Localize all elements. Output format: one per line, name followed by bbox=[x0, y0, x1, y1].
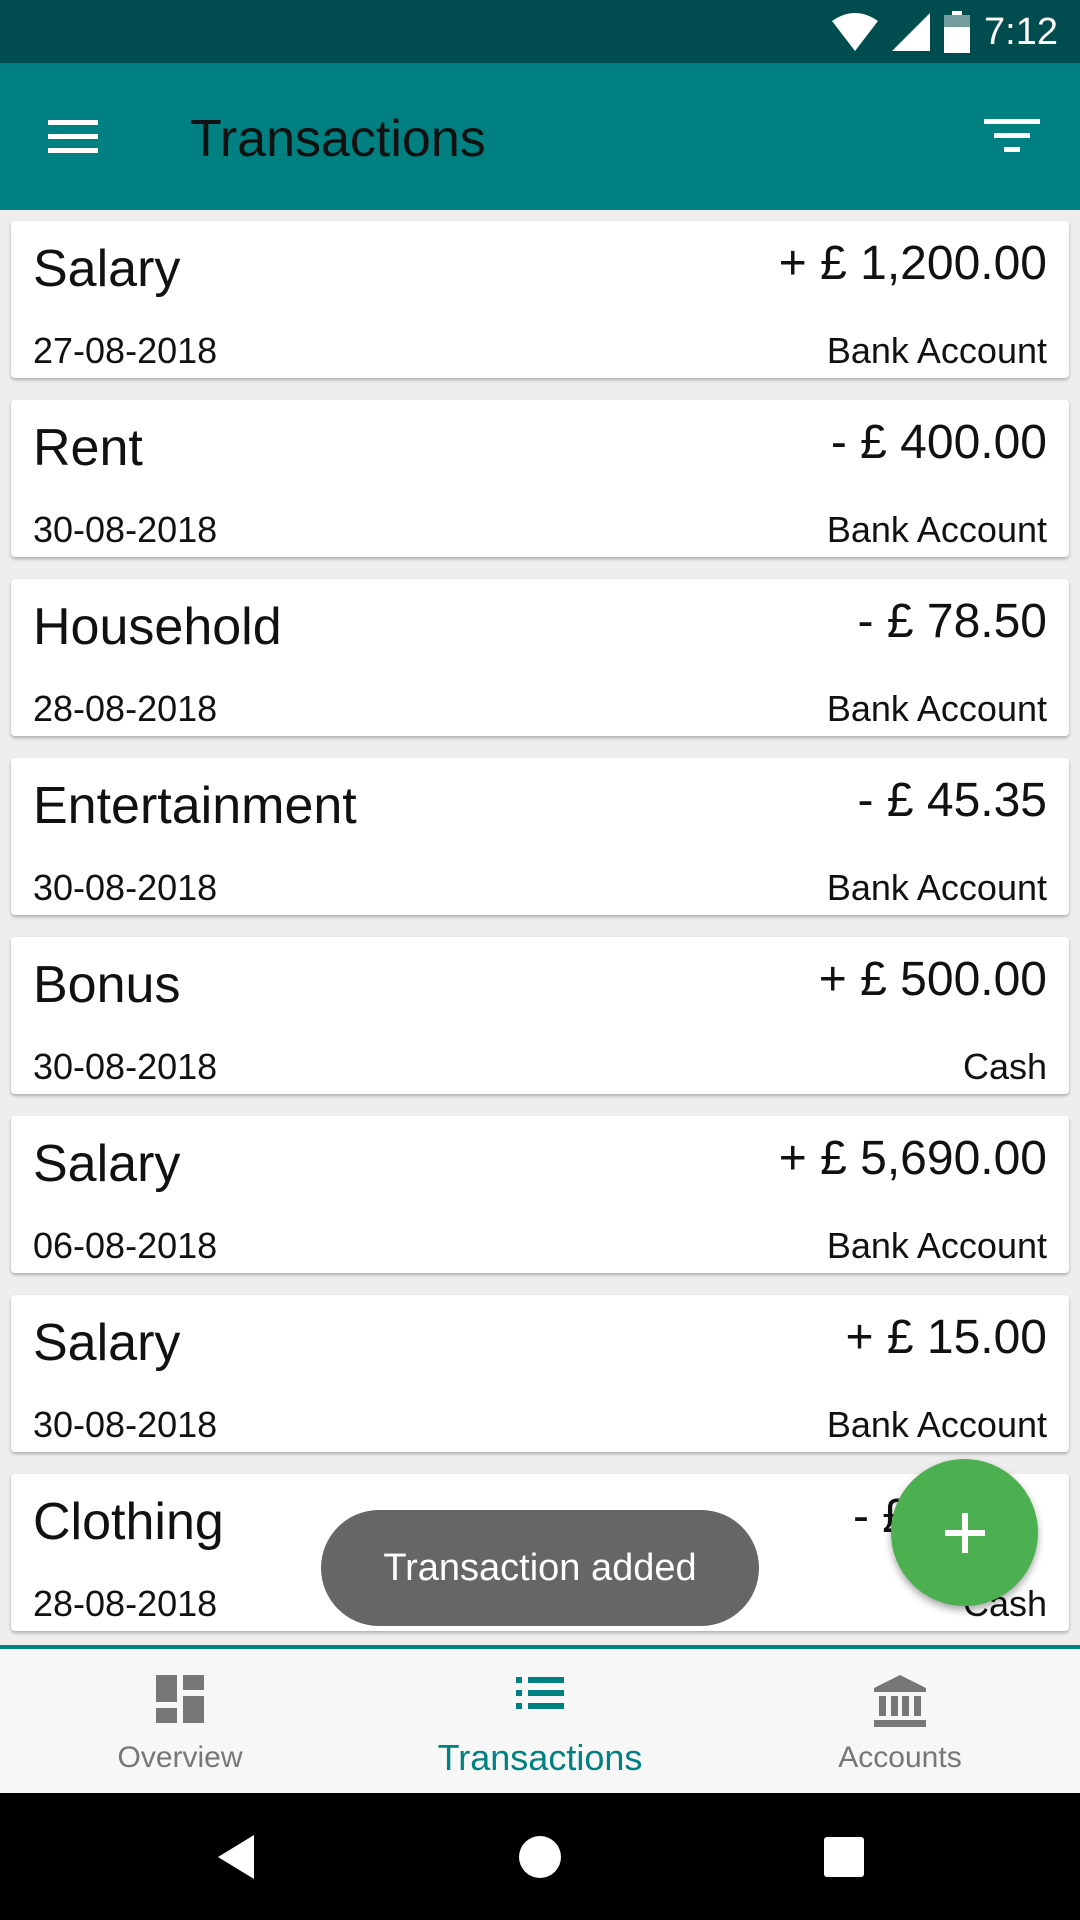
nav-item-overview[interactable]: Overview bbox=[30, 1649, 330, 1793]
filter-icon[interactable] bbox=[984, 115, 1040, 157]
transaction-title: Salary bbox=[33, 1135, 181, 1193]
list-icon bbox=[516, 1677, 564, 1709]
transaction-date: 27-08-2018 bbox=[33, 330, 218, 371]
status-icons: 7:12 bbox=[832, 8, 1058, 56]
app-bar: Transactions bbox=[0, 63, 1080, 210]
transaction-title: Bonus bbox=[33, 956, 181, 1014]
transaction-account: Bank Account bbox=[826, 509, 1047, 550]
transaction-amount: + £ 1,200.00 bbox=[778, 237, 1047, 290]
home-button[interactable] bbox=[510, 1827, 570, 1887]
transaction-date: 30-08-2018 bbox=[33, 1046, 218, 1087]
bank-icon bbox=[874, 1675, 926, 1727]
transaction-account: Bank Account bbox=[826, 1404, 1047, 1445]
transaction-date: 28-08-2018 bbox=[33, 688, 218, 729]
transaction-account: Bank Account bbox=[826, 867, 1047, 908]
add-icon bbox=[944, 1512, 985, 1553]
transaction-amount: - £ 400.00 bbox=[830, 416, 1047, 469]
wifi-icon bbox=[832, 13, 879, 51]
nav-label-accounts: Accounts bbox=[838, 1741, 962, 1774]
menu-icon[interactable] bbox=[48, 116, 98, 156]
bottom-navigation: Overview Transactions Accounts bbox=[0, 1645, 1080, 1793]
nav-label-overview: Overview bbox=[117, 1741, 243, 1774]
transaction-date: 28-08-2018 bbox=[33, 1583, 218, 1624]
recents-button[interactable] bbox=[814, 1827, 874, 1887]
transaction-date: 06-08-2018 bbox=[33, 1225, 218, 1266]
home-icon bbox=[519, 1836, 561, 1878]
status-bar: 7:12 bbox=[0, 0, 1080, 63]
transaction-amount: - £ 78.50 bbox=[857, 595, 1047, 648]
transaction-title: Household bbox=[33, 598, 282, 656]
add-transaction-button[interactable] bbox=[891, 1459, 1038, 1606]
transaction-date: 30-08-2018 bbox=[33, 867, 218, 908]
status-time: 7:12 bbox=[984, 10, 1058, 53]
transaction-date: 30-08-2018 bbox=[33, 509, 218, 550]
transaction-date: 30-08-2018 bbox=[33, 1404, 218, 1445]
back-button[interactable] bbox=[206, 1827, 266, 1887]
transaction-title: Salary bbox=[33, 1314, 181, 1372]
transaction-amount: - £ 45.35 bbox=[857, 774, 1047, 827]
nav-item-accounts[interactable]: Accounts bbox=[750, 1649, 1050, 1793]
transaction-card[interactable]: Bonus + £ 500.00 30-08-2018 Cash bbox=[11, 937, 1069, 1094]
transaction-card[interactable]: Salary + £ 15.00 30-08-2018 Bank Account bbox=[11, 1295, 1069, 1452]
transaction-title: Clothing bbox=[33, 1493, 224, 1551]
transaction-card[interactable]: Salary + £ 5,690.00 06-08-2018 Bank Acco… bbox=[11, 1116, 1069, 1273]
recents-icon bbox=[824, 1837, 864, 1877]
transaction-card[interactable]: Entertainment - £ 45.35 30-08-2018 Bank … bbox=[11, 758, 1069, 915]
back-icon bbox=[218, 1835, 254, 1879]
transaction-list[interactable]: Salary + £ 1,200.00 27-08-2018 Bank Acco… bbox=[0, 210, 1080, 1645]
transaction-account: Bank Account bbox=[826, 1225, 1047, 1266]
transaction-card[interactable]: Salary + £ 1,200.00 27-08-2018 Bank Acco… bbox=[11, 221, 1069, 378]
transaction-title: Rent bbox=[33, 419, 143, 477]
battery-icon bbox=[944, 11, 971, 53]
transaction-card[interactable]: Household - £ 78.50 28-08-2018 Bank Acco… bbox=[11, 579, 1069, 736]
toast-message: Transaction added bbox=[321, 1510, 759, 1626]
transaction-amount: + £ 5,690.00 bbox=[778, 1132, 1047, 1185]
transaction-amount: + £ 500.00 bbox=[818, 953, 1047, 1006]
dashboard-icon bbox=[156, 1675, 204, 1723]
transaction-title: Salary bbox=[33, 240, 181, 298]
signal-icon bbox=[892, 13, 931, 51]
page-title: Transactions bbox=[190, 110, 486, 168]
nav-label-transactions: Transactions bbox=[437, 1737, 643, 1778]
transaction-account: Cash bbox=[962, 1046, 1047, 1087]
transaction-account: Bank Account bbox=[826, 330, 1047, 371]
transaction-amount: + £ 15.00 bbox=[845, 1311, 1047, 1364]
nav-item-transactions[interactable]: Transactions bbox=[390, 1649, 690, 1793]
transaction-account: Bank Account bbox=[826, 688, 1047, 729]
transaction-card[interactable]: Rent - £ 400.00 30-08-2018 Bank Account bbox=[11, 400, 1069, 557]
transaction-title: Entertainment bbox=[33, 777, 357, 835]
system-navigation-bar bbox=[0, 1793, 1080, 1920]
